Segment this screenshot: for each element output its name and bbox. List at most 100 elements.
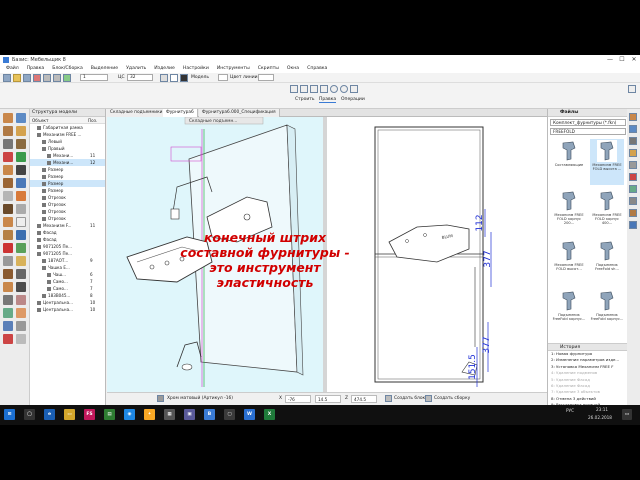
tree-row[interactable]: Механизм FREE ... (30, 131, 105, 138)
menu-delete[interactable]: Удалить (126, 66, 146, 71)
menu-file[interactable]: Файл (6, 66, 19, 71)
tray-language[interactable]: РУС (566, 408, 574, 413)
cut-tool-icon[interactable] (16, 217, 26, 227)
green-tool-icon[interactable] (16, 152, 26, 162)
edge-tool-5-icon[interactable] (629, 161, 637, 169)
word-icon[interactable]: W (244, 409, 255, 420)
app-purple-icon[interactable]: ▣ (184, 409, 195, 420)
mode-select[interactable] (218, 74, 228, 81)
save-icon[interactable] (23, 74, 31, 82)
edge-tool-1-icon[interactable] (629, 113, 637, 121)
box-tool-icon[interactable] (3, 152, 13, 162)
tray-date[interactable]: 26.02.2018 (588, 415, 612, 420)
dark-wood-tool-icon[interactable] (3, 204, 13, 214)
edge-tool-7-icon[interactable] (629, 185, 637, 193)
tool-24-icon[interactable] (16, 256, 26, 266)
y-coord-field[interactable]: 14.5 (315, 395, 341, 403)
maximize-button[interactable]: ☐ (616, 55, 628, 64)
line-color-select[interactable] (258, 74, 274, 81)
file-tile[interactable]: Подъемник FreeFold корпус... (590, 289, 624, 335)
create-block-icon[interactable] (385, 395, 392, 402)
close-button[interactable]: ✕ (628, 55, 640, 64)
files-path-select[interactable]: Комплект_фурнитуры (*.fkn) (550, 119, 626, 126)
tree-row[interactable]: Само... 7 (30, 285, 105, 292)
circle-tool-icon[interactable] (330, 85, 338, 93)
orange-tool-icon[interactable] (16, 191, 26, 201)
tree-row[interactable]: Габаритная рамка (30, 124, 105, 131)
bazis-app-icon[interactable]: B (204, 409, 215, 420)
history-item[interactable]: 2: Изменение параметров изде... (548, 357, 628, 363)
tree-row[interactable]: Отрезок (30, 201, 105, 208)
tree-row[interactable]: Само... 7 (30, 278, 105, 285)
app-dark-icon[interactable]: ▢ (224, 409, 235, 420)
edge-tool-3-icon[interactable] (629, 137, 637, 145)
file-tile[interactable]: Механизм FREE FOLD корпус 400... (590, 189, 624, 235)
tab-folding-lifts[interactable]: Складные подъемники (107, 109, 167, 117)
redo-icon[interactable] (53, 74, 61, 82)
tab-specification[interactable]: Фурнитура6.000_Спецификация (199, 109, 280, 117)
tree-row[interactable]: Фасад (30, 229, 105, 236)
file-tile[interactable]: Механизм FREE FOLD высота ... (590, 139, 624, 185)
search-icon[interactable]: ◯ (24, 409, 35, 420)
tree-row[interactable]: 183В045... 8 (30, 292, 105, 299)
menu-scripts[interactable]: Скрипты (258, 66, 279, 71)
menu-windows[interactable]: Окна (287, 66, 299, 71)
tree-row[interactable]: Фасад (30, 236, 105, 243)
minimize-button[interactable]: — (604, 55, 616, 64)
tool-31-icon[interactable] (3, 308, 13, 318)
menu-settings[interactable]: Настройки (183, 66, 209, 71)
file-tile[interactable]: Составляющие (552, 139, 586, 185)
operations-tab[interactable]: Операции (341, 97, 365, 102)
blue-tool-icon[interactable] (16, 178, 26, 188)
layer-icon[interactable] (63, 74, 71, 82)
layer-select[interactable]: 1 (80, 74, 108, 81)
notifications-icon[interactable]: ▭ (622, 409, 632, 420)
tool-27-icon[interactable] (3, 282, 13, 292)
files-filter-select[interactable]: FREEFOLD (550, 128, 626, 135)
tool-26-icon[interactable] (16, 269, 26, 279)
tab-hardware[interactable]: Фурнитура6 (163, 109, 198, 117)
polyline-tool-icon[interactable] (300, 85, 308, 93)
tree-row[interactable]: Центральна... 10 (30, 299, 105, 306)
tool-icon[interactable] (628, 85, 636, 93)
tool-33-icon[interactable] (3, 321, 13, 331)
tool-30-icon[interactable] (16, 295, 26, 305)
drawer-tool-icon[interactable] (3, 126, 13, 136)
tool-36-icon[interactable] (16, 334, 26, 344)
chrome-icon[interactable]: ◉ (124, 409, 135, 420)
tree-row[interactable]: Центральна... 10 (30, 306, 105, 313)
tree-row[interactable]: Отрезок (30, 194, 105, 201)
wood-tool-icon[interactable] (3, 178, 13, 188)
door-tool-icon[interactable] (16, 126, 26, 136)
tool-35-icon[interactable] (3, 334, 13, 344)
edge-tool-8-icon[interactable] (629, 197, 637, 205)
tree-row[interactable]: Размер (30, 180, 105, 187)
panel-tool-icon[interactable] (3, 113, 13, 123)
cabinet-tool-icon[interactable] (3, 217, 13, 227)
z-coord-field[interactable]: 474.5 (351, 395, 377, 403)
rectangle-tool-icon[interactable] (310, 85, 318, 93)
tree-row[interactable]: 9071205 Пе... (30, 243, 105, 250)
legs-tool-icon[interactable] (3, 230, 13, 240)
facade-tool-icon[interactable] (16, 139, 26, 149)
arc-tool-icon[interactable] (340, 85, 348, 93)
app-grey-icon[interactable]: ▦ (164, 409, 175, 420)
print-icon[interactable] (33, 74, 41, 82)
tool-32-icon[interactable] (16, 308, 26, 318)
open-folder-icon[interactable] (13, 74, 21, 82)
menu-tools[interactable]: Инструменты (217, 66, 250, 71)
line-tool-icon[interactable] (290, 85, 298, 93)
tray-time[interactable]: 23:11 (596, 407, 608, 412)
tool-28-icon[interactable] (16, 282, 26, 292)
triangle-tool-icon[interactable] (320, 85, 328, 93)
tree-row[interactable]: 9071205 Пе... (30, 250, 105, 257)
color-select[interactable]: 32 (127, 74, 153, 81)
fill-icon[interactable] (170, 74, 178, 82)
dimension-tool-icon[interactable] (350, 85, 358, 93)
menu-block[interactable]: Блок/Сборка (52, 66, 83, 71)
menu-selection[interactable]: Выделение (91, 66, 118, 71)
x-coord-field[interactable]: -76 (285, 395, 311, 403)
pen-icon[interactable] (160, 74, 168, 82)
tree-row[interactable]: Механи... 12 (30, 159, 105, 166)
tree-row[interactable]: Отрезок (30, 215, 105, 222)
